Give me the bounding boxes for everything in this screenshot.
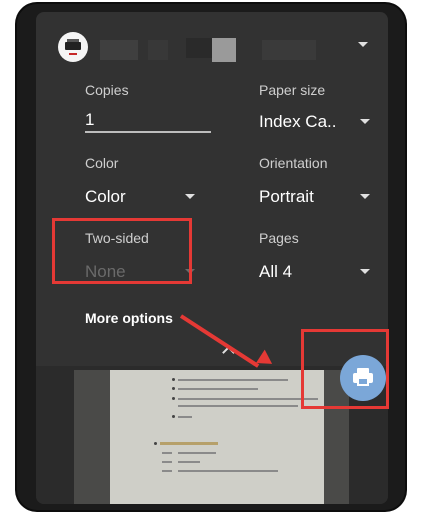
preview-bullet (172, 378, 175, 381)
annotation-box-print-button (301, 329, 389, 409)
preview-text-line (178, 388, 258, 390)
copies-input-underline (85, 131, 211, 133)
preview-text-line (178, 379, 288, 381)
preview-text-line (178, 416, 192, 418)
preview-text-line (162, 470, 172, 472)
blurred-printer-name (100, 40, 138, 60)
preview-text-line (178, 452, 216, 454)
copies-input[interactable]: 1 (85, 110, 94, 130)
preview-heading-line (160, 442, 218, 445)
chevron-down-icon[interactable] (358, 42, 368, 47)
preview-bullet (172, 387, 175, 390)
preview-text-line (162, 452, 172, 454)
more-options-button[interactable]: More options (85, 310, 173, 326)
color-label: Color (85, 155, 119, 171)
printer-avatar-icon (58, 32, 88, 62)
chevron-down-icon[interactable] (185, 194, 195, 199)
blurred-printer-name (186, 38, 212, 58)
preview-bullet (172, 397, 175, 400)
blurred-printer-name (212, 38, 236, 62)
chevron-down-icon[interactable] (360, 269, 370, 274)
preview-text-line (178, 398, 318, 400)
preview-bullet (154, 442, 157, 445)
preview-text-line (178, 470, 278, 472)
copies-label: Copies (85, 82, 129, 98)
paper-size-label: Paper size (259, 82, 326, 98)
preview-page-shadow (74, 370, 110, 504)
blurred-printer-name (148, 40, 168, 60)
chevron-down-icon[interactable] (360, 194, 370, 199)
paper-size-select[interactable]: Index Ca.. (259, 112, 337, 132)
annotation-box-two-sided (52, 218, 192, 284)
preview-text-line (178, 461, 200, 463)
pages-select[interactable]: All 4 (259, 262, 292, 282)
preview-text-line (178, 405, 298, 407)
orientation-label: Orientation (259, 155, 328, 171)
blurred-printer-name (262, 40, 316, 60)
color-select[interactable]: Color (85, 187, 126, 207)
preview-text-line (162, 461, 172, 463)
pages-label: Pages (259, 230, 299, 246)
printer-selector[interactable] (36, 12, 388, 72)
orientation-select[interactable]: Portrait (259, 187, 314, 207)
preview-bullet (172, 415, 175, 418)
chevron-down-icon[interactable] (360, 119, 370, 124)
